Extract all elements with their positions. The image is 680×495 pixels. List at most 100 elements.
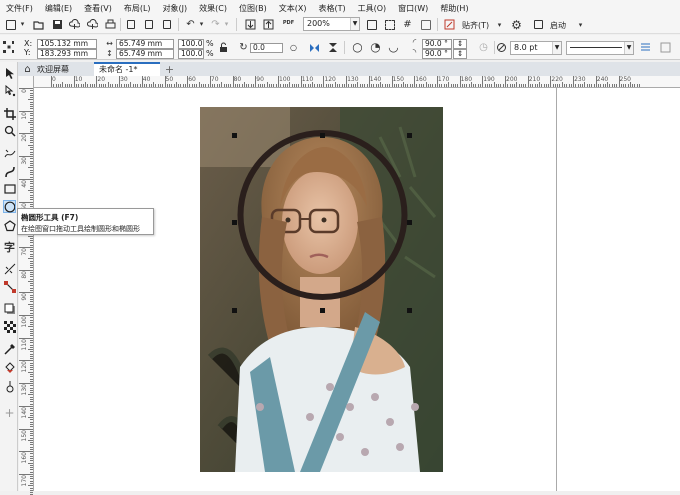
ellipse-mode-icon[interactable]: ○ [352, 41, 363, 53]
undo-dropdown-icon[interactable]: ▾ [196, 19, 207, 30]
snap-dropdown-icon[interactable]: ▾ [494, 20, 505, 31]
crop-tool-icon[interactable] [3, 107, 16, 120]
ellipse-tool-icon[interactable] [3, 200, 16, 213]
cut-icon[interactable] [125, 19, 136, 30]
menu-item[interactable]: 文本(X) [279, 3, 307, 14]
zoom-level-select[interactable]: 200% ▼ [303, 17, 360, 31]
paste-icon[interactable] [161, 19, 172, 30]
drop-shadow-tool-icon[interactable] [3, 302, 16, 315]
import-icon[interactable] [245, 19, 256, 30]
grid-toggle-icon[interactable]: # [402, 19, 413, 30]
lock-ratio-icon[interactable] [218, 42, 229, 53]
tab-welcome-screen[interactable]: 欢迎屏幕 [32, 64, 92, 76]
start-angle-spinner[interactable]: ⇕ [453, 39, 467, 49]
save-icon[interactable] [52, 19, 63, 30]
zoom-tool-icon[interactable] [3, 124, 16, 137]
horizontal-ruler[interactable]: 0 10 20 30 40 50 60 70 80 90 100 110 120 130 140 150 160… [34, 76, 680, 88]
new-document-icon[interactable] [5, 19, 16, 30]
menu-item[interactable]: 布局(L) [124, 3, 151, 14]
ruler-tick [550, 76, 552, 87]
selection-handle-middle-left[interactable] [232, 220, 237, 225]
launch-label[interactable]: 启动 [550, 20, 566, 31]
to-curves-icon[interactable] [660, 42, 671, 53]
rotation-center-icon[interactable]: ○ [288, 42, 299, 53]
menu-item[interactable]: 查看(V) [84, 3, 112, 14]
smart-fill-tool-icon[interactable] [3, 380, 16, 393]
menu-item[interactable]: 窗口(W) [398, 3, 428, 14]
selection-handle-bottom-right[interactable] [407, 308, 412, 313]
undo-icon[interactable]: ↶ [185, 19, 196, 30]
menu-item[interactable]: 编辑(E) [45, 3, 72, 14]
open-folder-icon[interactable] [33, 19, 44, 30]
parallel-dimension-tool-icon[interactable] [3, 262, 16, 275]
connector-tool-icon[interactable] [3, 280, 16, 293]
text-wrap-icon[interactable] [640, 42, 651, 53]
height-field[interactable]: 65.749 mm [116, 49, 174, 59]
eyedropper-tool-icon[interactable] [3, 342, 16, 355]
shape-tool-icon[interactable] [3, 84, 16, 97]
selected-ellipse[interactable] [230, 130, 415, 315]
outline-width-select[interactable]: 8.0 pt ▼ [510, 41, 562, 55]
mirror-vertical-icon[interactable] [327, 42, 338, 53]
selection-handle-top-center[interactable] [320, 133, 325, 138]
freehand-tool-icon[interactable] [3, 147, 16, 160]
menu-item[interactable]: 文件(F) [6, 3, 33, 14]
vertical-ruler[interactable]: 0102030405060708090100110120130140150160… [19, 76, 34, 495]
direction-icon[interactable]: ◷ [478, 42, 489, 53]
copy-icon[interactable] [143, 19, 154, 30]
x-position-field[interactable]: 105.132 mm [37, 39, 97, 49]
start-angle-field[interactable]: 90.0 ° [422, 39, 452, 49]
menu-item[interactable]: 效果(C) [199, 3, 227, 14]
rectangle-tool-icon[interactable] [3, 182, 16, 195]
arc-mode-icon[interactable]: ◡ [388, 41, 399, 53]
cloud-download-icon[interactable] [69, 19, 80, 30]
new-tab-icon[interactable]: + [164, 64, 175, 75]
publish-pdf-icon[interactable]: PDF [283, 18, 294, 29]
new-dropdown-icon[interactable]: ▾ [17, 19, 28, 30]
options-gear-icon[interactable]: ⚙ [511, 19, 522, 31]
menu-item[interactable]: 位图(B) [239, 3, 267, 14]
add-tool-icon[interactable]: + [3, 406, 16, 420]
interactive-fill-tool-icon[interactable] [3, 360, 16, 373]
end-angle-spinner[interactable]: ⇕ [453, 49, 467, 59]
tab-untitled-document[interactable]: 未命名 -1* [94, 62, 160, 76]
pie-mode-icon[interactable]: ◔ [370, 41, 381, 53]
mirror-horizontal-icon[interactable] [309, 42, 320, 53]
full-screen-icon[interactable] [366, 19, 377, 30]
y-position-field[interactable]: 183.293 mm [37, 49, 97, 59]
redo-icon[interactable]: ↷ [210, 19, 221, 30]
launch-icon[interactable] [533, 19, 544, 30]
menu-item[interactable]: 对象(J) [163, 3, 188, 14]
ruler-tick [275, 84, 277, 87]
selection-handle-top-left[interactable] [232, 133, 237, 138]
transparency-tool-icon[interactable] [3, 320, 16, 333]
selection-handle-middle-right[interactable] [407, 220, 412, 225]
rotation-field[interactable]: 0.0 [250, 43, 283, 53]
scale-width-field[interactable]: 100.0 [178, 39, 204, 49]
text-tool-icon[interactable]: 字 [3, 240, 16, 254]
end-angle-field[interactable]: 90.0 ° [422, 49, 452, 59]
print-icon[interactable] [105, 19, 116, 30]
object-origin-icon[interactable] [3, 40, 14, 53]
redo-dropdown-icon[interactable]: ▾ [221, 19, 232, 30]
artistic-media-tool-icon[interactable] [3, 165, 16, 178]
guidelines-icon[interactable] [420, 19, 431, 30]
snap-to-icon[interactable] [444, 19, 455, 30]
rulers-toggle-icon[interactable] [384, 19, 395, 30]
ruler-label: 170 [21, 474, 28, 487]
polygon-tool-icon[interactable] [3, 219, 16, 232]
menu-item[interactable]: 表格(T) [318, 3, 345, 14]
cloud-upload-icon[interactable] [87, 19, 98, 30]
snap-to-label[interactable]: 贴齐(T) [462, 20, 489, 31]
pick-tool-icon[interactable] [3, 66, 16, 79]
line-style-select[interactable]: ▼ [566, 41, 634, 55]
width-field[interactable]: 65.749 mm [116, 39, 174, 49]
selection-handle-top-right[interactable] [407, 133, 412, 138]
selection-handle-bottom-left[interactable] [232, 308, 237, 313]
launch-dropdown-icon[interactable]: ▾ [575, 20, 586, 31]
menu-item[interactable]: 工具(O) [358, 3, 387, 14]
scale-height-field[interactable]: 100.0 [178, 49, 204, 59]
export-icon[interactable] [263, 19, 274, 30]
selection-handle-bottom-center[interactable] [320, 308, 325, 313]
menu-item[interactable]: 帮助(H) [440, 3, 468, 14]
